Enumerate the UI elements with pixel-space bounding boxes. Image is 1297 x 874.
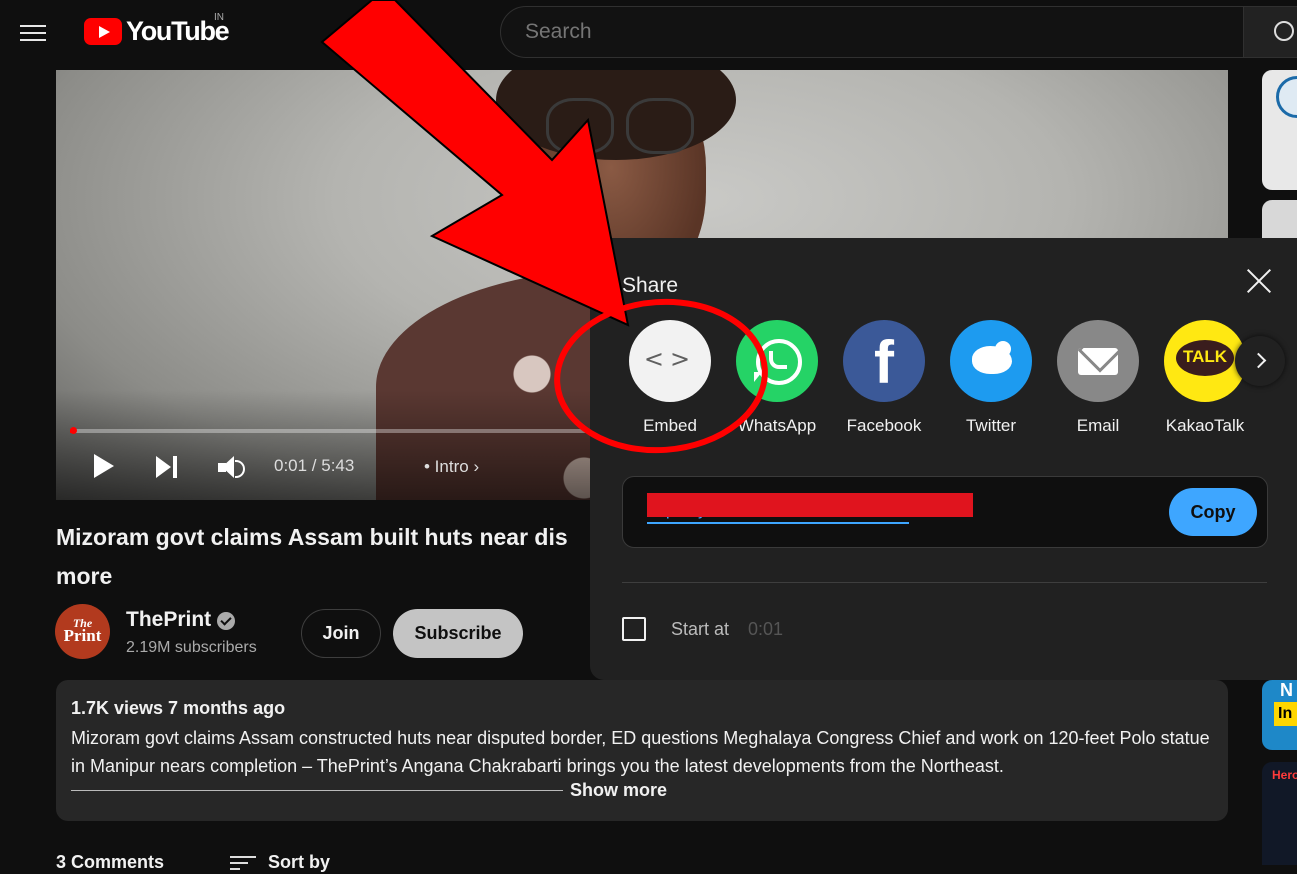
embed-icon: <> xyxy=(629,320,711,402)
share-target-label: WhatsApp xyxy=(737,416,817,435)
search-icon xyxy=(1274,21,1294,41)
next-icon[interactable] xyxy=(156,456,182,478)
subscribe-button[interactable]: Subscribe xyxy=(393,609,523,658)
share-embed-button[interactable]: <> Embed xyxy=(615,320,725,436)
chapter-label: • Intro xyxy=(424,457,469,476)
start-at-time-input[interactable]: 0:01 xyxy=(748,619,783,640)
video-frame-glasses-left xyxy=(546,98,614,154)
search-button[interactable] xyxy=(1243,6,1297,58)
redaction-bar xyxy=(647,493,973,517)
start-at-checkbox[interactable] xyxy=(622,617,646,641)
time-display: 0:01 / 5:43 xyxy=(274,456,355,475)
search-box xyxy=(500,6,1245,58)
description-box[interactable]: 1.7K views 7 months ago Mizoram govt cla… xyxy=(56,680,1228,821)
video-title-line2: more xyxy=(56,563,113,589)
copy-button[interactable]: Copy xyxy=(1169,488,1257,536)
video-frame-glasses-right xyxy=(626,98,694,154)
chapter-button[interactable]: • Intro › xyxy=(424,457,479,477)
sidebar-thumbnail[interactable] xyxy=(1262,70,1297,190)
subscriber-count: 2.19M subscribers xyxy=(126,639,257,656)
description-divider xyxy=(71,790,563,791)
close-icon[interactable] xyxy=(1246,268,1272,294)
thumbnail-text: N xyxy=(1280,680,1293,700)
share-title: Share xyxy=(622,274,679,297)
share-email-button[interactable]: Email xyxy=(1043,320,1153,436)
volume-icon[interactable] xyxy=(218,455,248,479)
twitter-icon xyxy=(950,320,1032,402)
share-target-label: Twitter xyxy=(965,416,1017,435)
chevron-right-icon: › xyxy=(473,457,480,476)
description-text: Mizoram govt claims Assam constructed hu… xyxy=(71,728,1210,776)
chevron-right-icon[interactable] xyxy=(1235,336,1285,386)
comments-count: 3 Comments xyxy=(56,852,165,872)
share-link-box: https://youtu.be/ Copy xyxy=(622,476,1268,548)
country-code: IN xyxy=(214,12,224,23)
share-whatsapp-button[interactable]: WhatsApp xyxy=(722,320,832,436)
sort-icon[interactable] xyxy=(230,856,256,874)
thumbnail-text: Hero xyxy=(1272,768,1297,782)
verified-icon xyxy=(217,612,235,630)
email-icon xyxy=(1057,320,1139,402)
join-button[interactable]: Join xyxy=(301,609,381,658)
sidebar-thumbnail[interactable]: Hero xyxy=(1262,762,1297,865)
share-facebook-button[interactable]: f Facebook xyxy=(829,320,939,436)
video-title: Mizoram govt claims Assam built huts nea… xyxy=(56,518,616,596)
avatar-text-bottom: Print xyxy=(63,626,102,645)
share-target-label: KakaoTalk xyxy=(1165,416,1245,435)
show-more-button[interactable]: Show more xyxy=(570,780,667,801)
video-title-line1: Mizoram govt claims Assam built huts nea… xyxy=(56,524,568,550)
channel-name[interactable]: ThePrint xyxy=(126,608,211,632)
hamburger-menu-icon[interactable] xyxy=(20,20,48,44)
sidebar-thumbnail[interactable]: N In xyxy=(1262,680,1297,750)
start-at-label: Start at xyxy=(671,619,730,639)
kakaotalk-icon: TALK xyxy=(1164,320,1246,402)
facebook-icon: f xyxy=(843,320,925,402)
thumbnail-badge: In xyxy=(1274,702,1297,726)
whatsapp-icon xyxy=(736,320,818,402)
channel-avatar[interactable]: The Print xyxy=(55,604,110,659)
share-divider xyxy=(622,582,1267,583)
youtube-play-icon xyxy=(84,18,122,45)
view-count-date: 1.7K views 7 months ago xyxy=(71,698,286,718)
search-input[interactable] xyxy=(523,19,1227,45)
scrubber-handle[interactable] xyxy=(70,427,77,434)
share-target-label: Embed xyxy=(643,416,697,435)
masthead: YouTube IN xyxy=(0,0,1297,68)
sort-by-button[interactable]: Sort by xyxy=(268,852,330,873)
play-icon[interactable] xyxy=(94,454,114,478)
sidebar-thumbnail[interactable] xyxy=(1262,200,1297,240)
share-target-label: Facebook xyxy=(846,416,922,435)
share-dialog: Share <> Embed WhatsApp f Facebook Twitt… xyxy=(590,238,1297,680)
share-twitter-button[interactable]: Twitter xyxy=(936,320,1046,436)
share-target-label: Email xyxy=(1076,416,1120,435)
